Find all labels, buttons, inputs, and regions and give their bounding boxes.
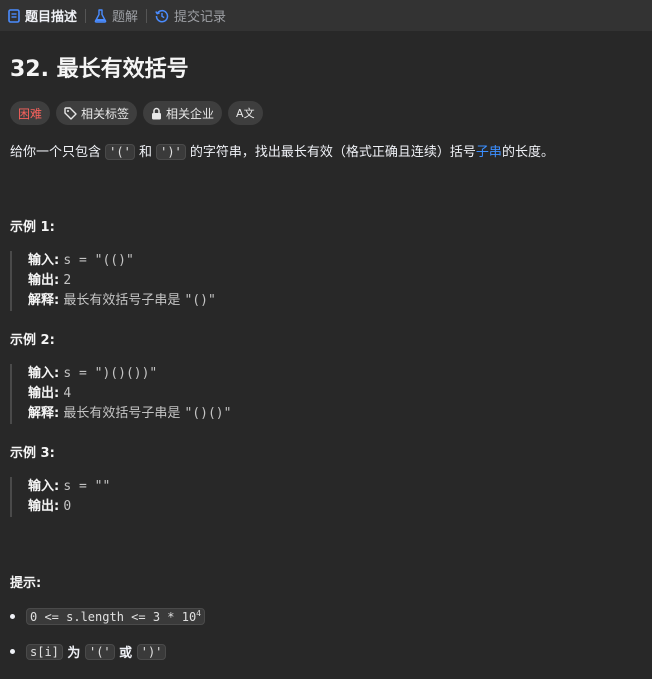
output-value: 4 (63, 386, 72, 401)
tag-row: 困难 相关标签 相关企业 A文 (10, 101, 263, 125)
example-title: 示例 2: (10, 333, 55, 348)
difficulty-label: 困难 (18, 106, 43, 121)
example-input: 输入: s = "" (28, 477, 110, 497)
related-tags-button[interactable]: 相关标签 (56, 101, 138, 125)
tab-submissions[interactable]: 提交记录 (155, 6, 226, 25)
example-output: 输出: 4 (28, 384, 231, 404)
input-label: 输入: (28, 366, 60, 381)
example-title: 示例 3: (10, 446, 55, 461)
tag-icon (64, 106, 77, 120)
example-explanation: 解释: 最长有效括号子串是 "()()" (28, 404, 231, 424)
constraint-item: 0 <= s.length <= 3 * 104 (10, 608, 205, 625)
tab-submissions-label: 提交记录 (174, 10, 227, 25)
inline-code: '(' (84, 643, 115, 660)
example-input: 输入: s = "(()" (28, 251, 216, 271)
constraint-code: 0 <= s.length <= 3 * 10 (30, 610, 197, 624)
inline-code: 0 <= s.length <= 3 * 104 (26, 608, 205, 625)
example-block: 输入: s = "(()" 输出: 2 解释: 最长有效括号子串是 "()" (10, 251, 216, 311)
explain-label: 解释: (28, 293, 60, 308)
explain-label: 解释: (28, 406, 60, 421)
output-value: 2 (63, 273, 72, 288)
translate-icon: A文 (236, 107, 255, 120)
problem-description: 给你一个只包含 '(' 和 ')' 的字符串，找出最长有效（格式正确且连续）括号… (10, 142, 554, 163)
tab-solutions[interactable]: 题解 (94, 6, 138, 25)
tab-description[interactable]: 题目描述 (8, 6, 77, 25)
output-value: 0 (63, 499, 72, 514)
constraint-text: 或 (114, 646, 137, 661)
difficulty-badge: 困难 (10, 101, 51, 125)
constraint-text: 为 (62, 646, 85, 661)
inline-code: s[i] (26, 643, 63, 660)
example-output: 输出: 2 (28, 271, 216, 291)
document-icon (8, 8, 20, 23)
explain-code: "()" (184, 293, 216, 308)
inline-code: '(' (105, 144, 135, 160)
substring-link[interactable]: 子串 (476, 145, 502, 160)
example-output: 输出: 0 (28, 497, 110, 517)
bullet-icon (10, 614, 15, 619)
tab-divider (85, 8, 87, 23)
problem-title: 32. 最长有效括号 (10, 57, 189, 82)
output-label: 输出: (28, 273, 60, 288)
constraints-title: 提示: (10, 576, 42, 591)
bullet-icon (10, 649, 15, 654)
input-label: 输入: (28, 253, 60, 268)
lock-icon (151, 107, 162, 120)
history-icon (155, 9, 169, 23)
input-value: s = "" (63, 479, 111, 494)
tab-description-label: 题目描述 (25, 10, 78, 25)
exponent: 4 (196, 609, 201, 618)
explain-text: 最长有效括号子串是 (63, 406, 185, 421)
input-value: s = "(()" (63, 253, 134, 268)
desc-text: 的字符串，找出最长有效（格式正确且连续）括号 (185, 145, 476, 160)
related-tags-label: 相关标签 (81, 106, 130, 121)
tab-divider (146, 8, 148, 23)
inline-code: ')' (136, 643, 167, 660)
desc-text: 和 (134, 145, 157, 160)
output-label: 输出: (28, 499, 60, 514)
example-input: 输入: s = ")()())" (28, 364, 231, 384)
constraint-item: s[i] 为 '(' 或 ')' (10, 642, 167, 661)
flask-icon (94, 8, 107, 23)
explain-code: "()()" (184, 406, 232, 421)
tab-bar: 题目描述 题解 提交记录 (0, 0, 652, 31)
example-block: 输入: s = "" 输出: 0 (10, 477, 110, 517)
input-value: s = ")()())" (63, 366, 158, 381)
desc-text: 的长度。 (501, 145, 554, 160)
example-block: 输入: s = ")()())" 输出: 4 解释: 最长有效括号子串是 "()… (10, 364, 231, 424)
output-label: 输出: (28, 386, 60, 401)
example-title: 示例 1: (10, 220, 55, 235)
related-companies-label: 相关企业 (166, 106, 215, 121)
translate-button[interactable]: A文 (228, 101, 263, 125)
example-explanation: 解释: 最长有效括号子串是 "()" (28, 291, 216, 311)
inline-code: ')' (156, 144, 186, 160)
input-label: 输入: (28, 479, 60, 494)
related-companies-button[interactable]: 相关企业 (143, 101, 223, 125)
desc-text: 给你一个只包含 (10, 145, 106, 160)
explain-text: 最长有效括号子串是 (63, 293, 185, 308)
tab-solutions-label: 题解 (112, 10, 139, 25)
